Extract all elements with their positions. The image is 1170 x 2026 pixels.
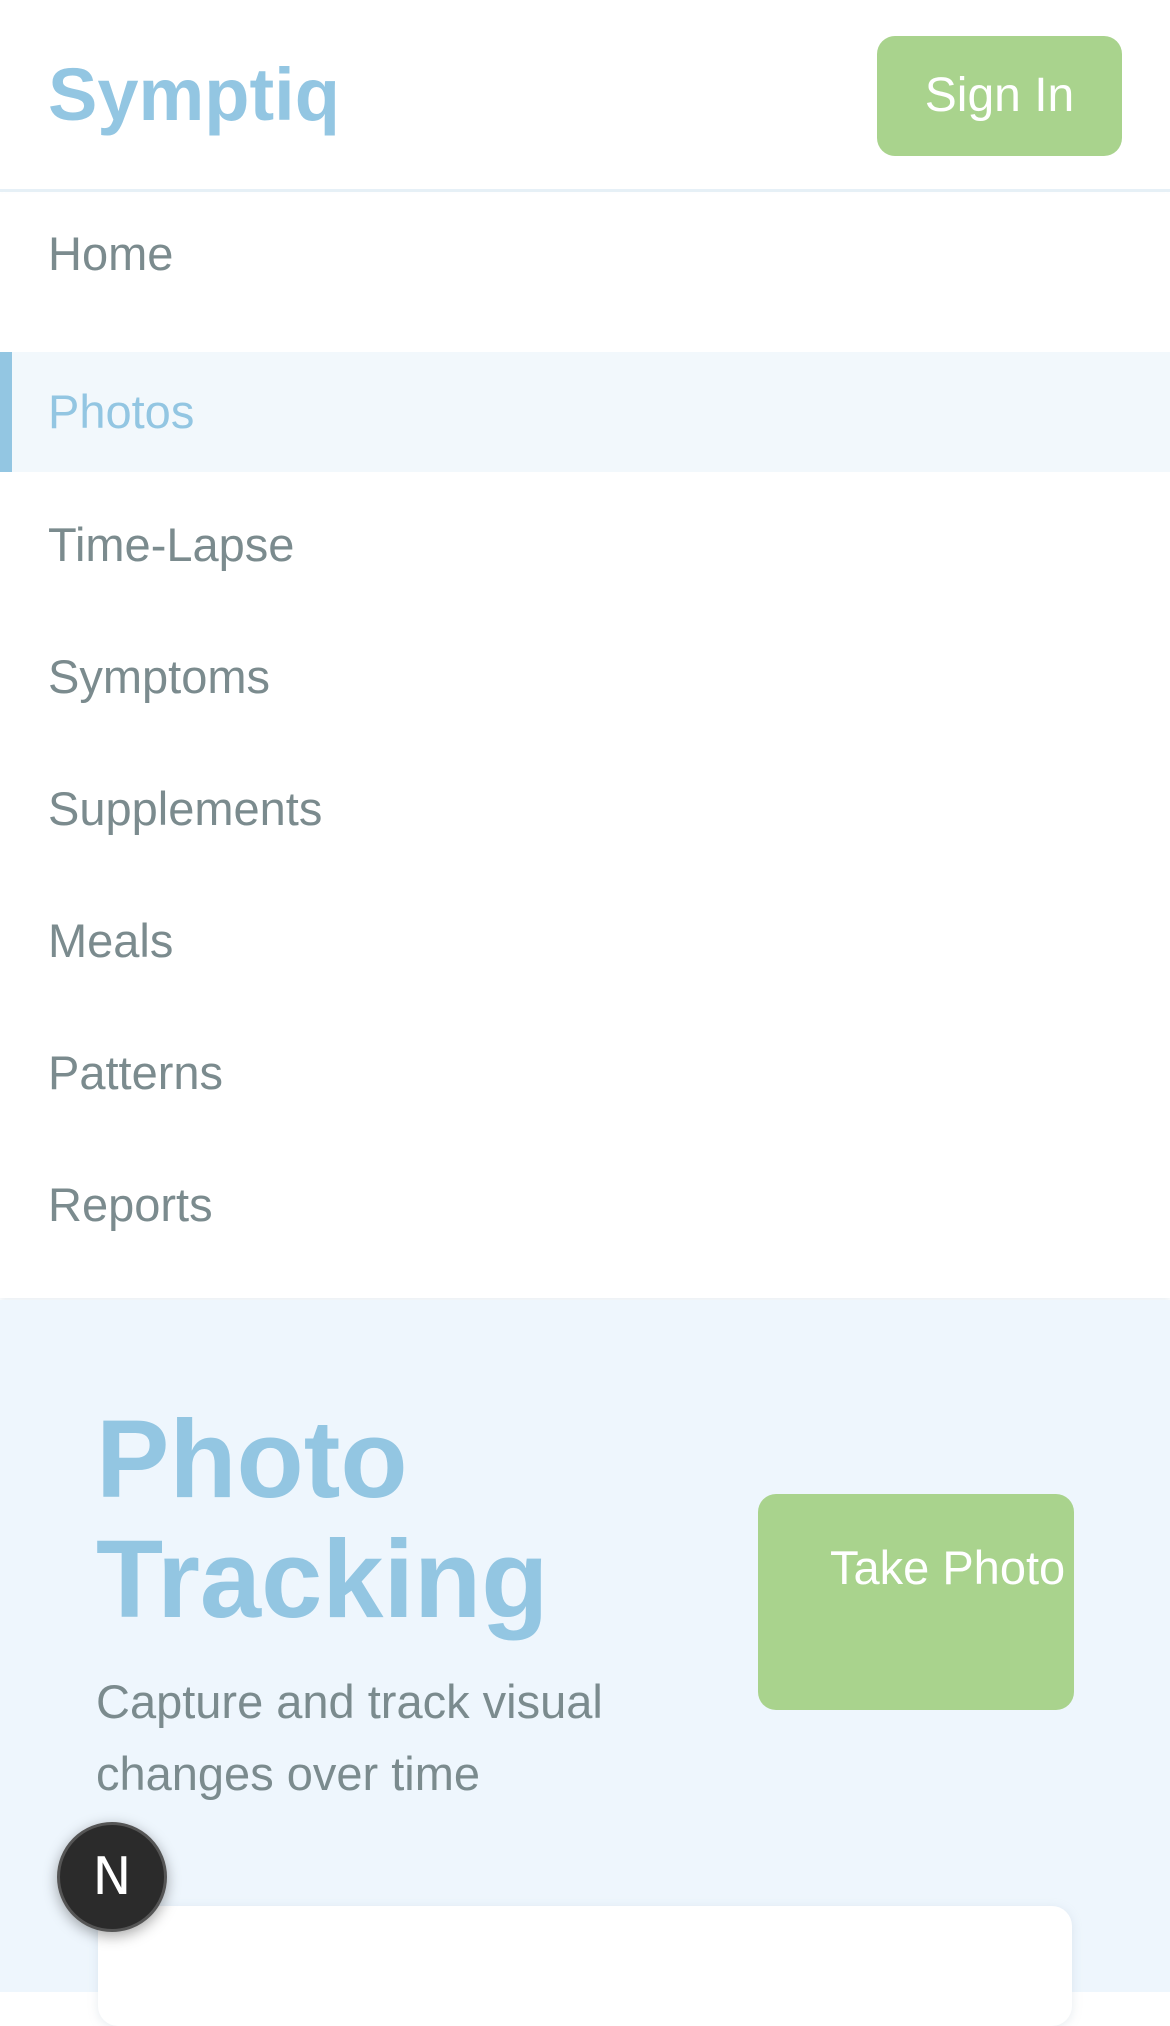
sign-in-button[interactable]: Sign In [877, 36, 1122, 156]
hero-section: Photo Tracking Capture and track visual … [0, 1300, 1170, 2026]
main-nav: Home Photos Time-Lapse Symptoms Suppleme… [0, 194, 1170, 1298]
nav-item-photos[interactable]: Photos [0, 352, 1170, 472]
nav-item-reports[interactable]: Reports [0, 1145, 1170, 1265]
nav-item-symptoms[interactable]: Symptoms [0, 617, 1170, 737]
page-subtitle: Capture and track visual changes over ti… [96, 1675, 603, 1800]
nav-item-time-lapse[interactable]: Time-Lapse [0, 485, 1170, 605]
page-title: Photo Tracking [96, 1398, 549, 1641]
app-logo[interactable]: Symptiq [48, 50, 340, 140]
nav-item-supplements[interactable]: Supplements [0, 749, 1170, 869]
top-header: Symptiq Sign In [0, 0, 1170, 192]
nav-item-patterns[interactable]: Patterns [0, 1013, 1170, 1133]
dev-tools-badge[interactable]: N [57, 1822, 167, 1932]
nav-item-meals[interactable]: Meals [0, 881, 1170, 1001]
take-photo-button[interactable]: Take Photo [758, 1494, 1074, 1710]
content-card [98, 1906, 1072, 2026]
nav-item-home[interactable]: Home [0, 194, 1170, 314]
